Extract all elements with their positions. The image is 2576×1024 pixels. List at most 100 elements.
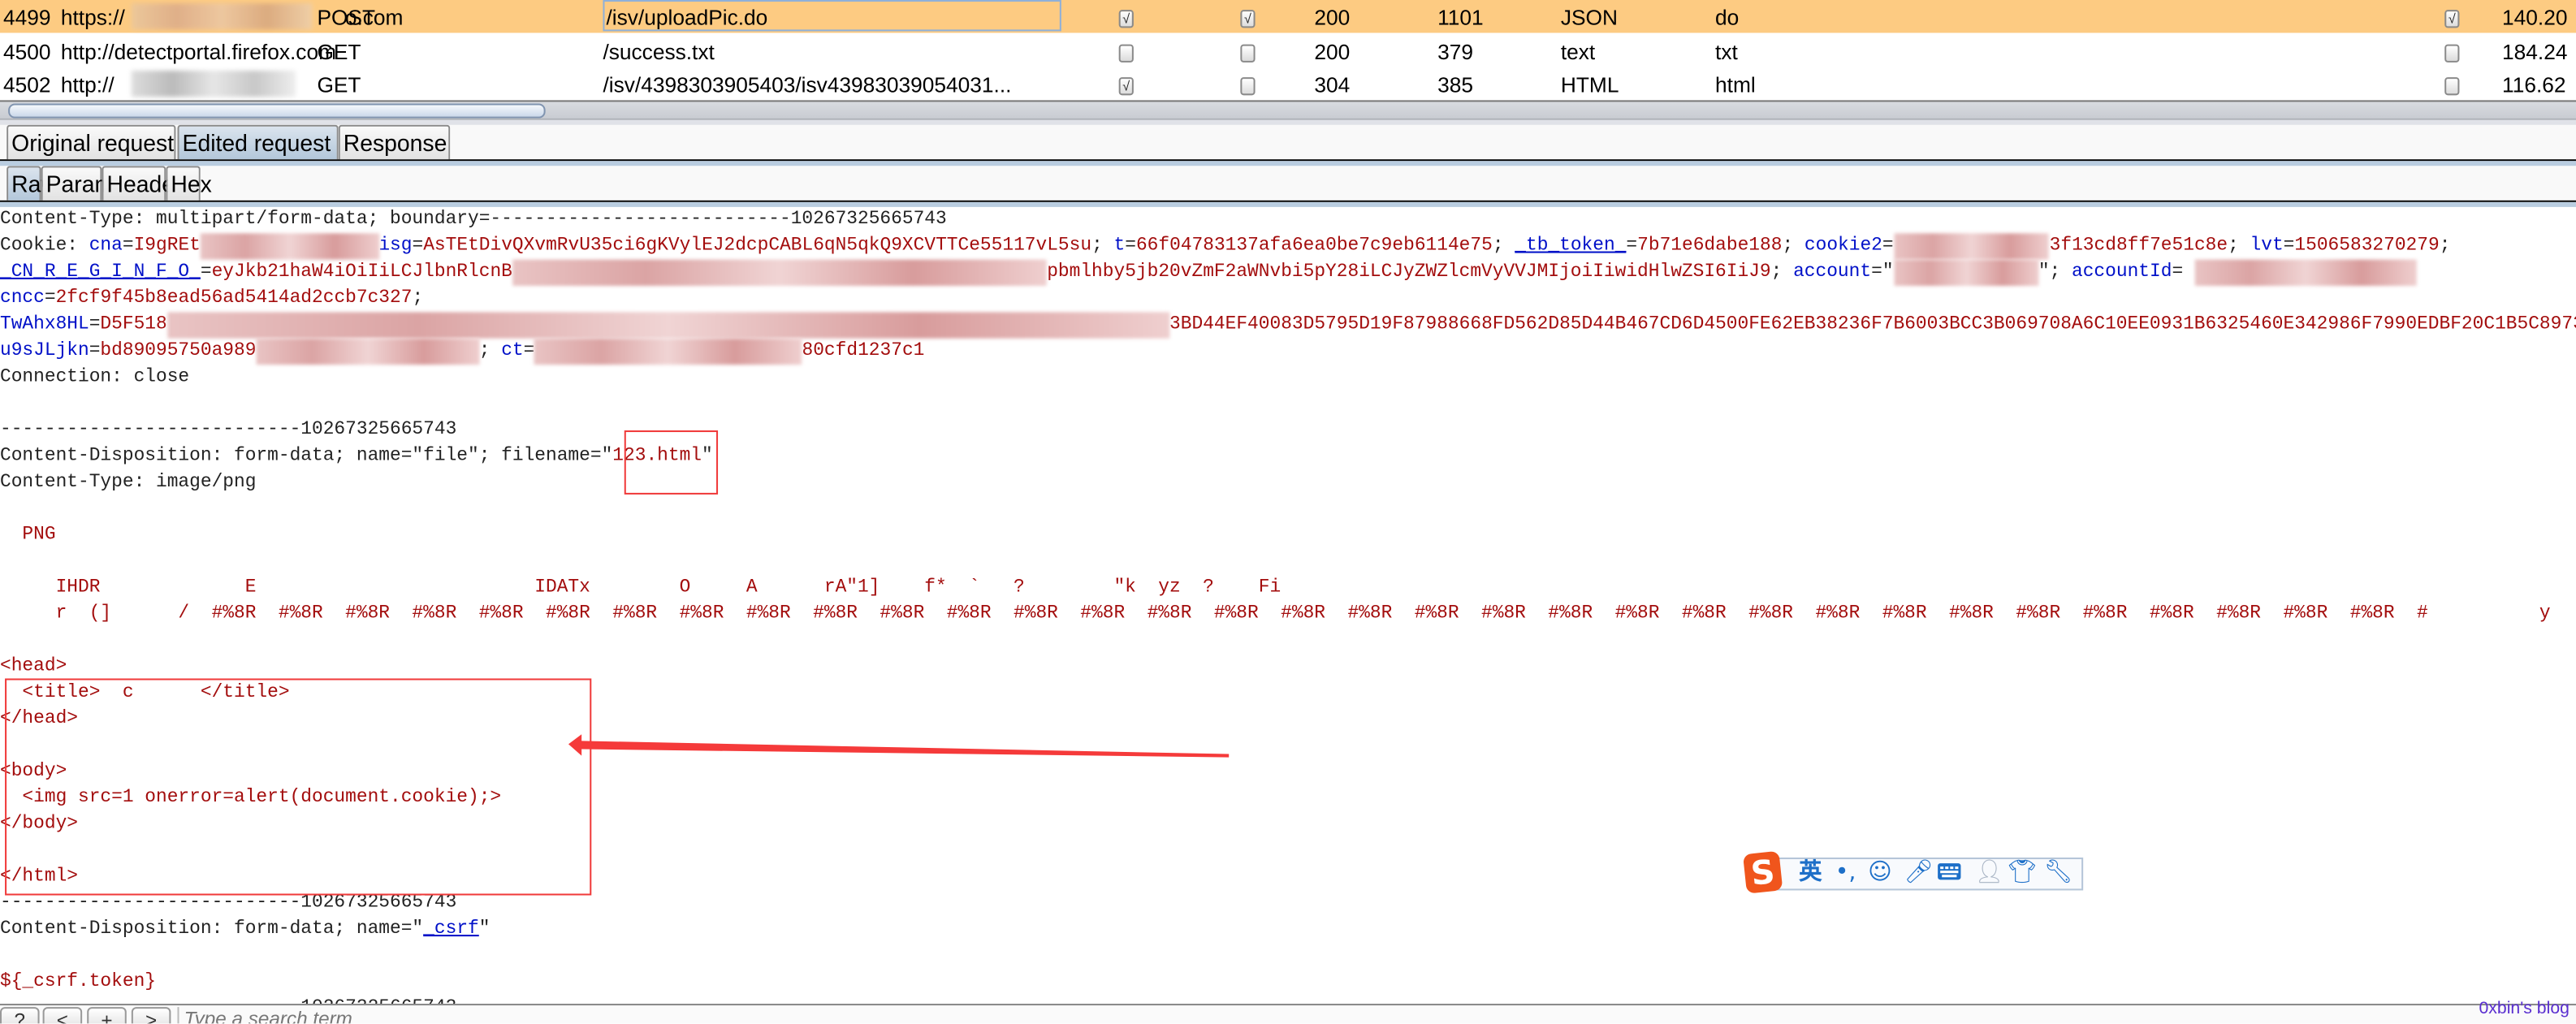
wrench-icon[interactable]: 🔧︎ — [2044, 859, 2073, 885]
raw-text: Connection: close — [0, 368, 190, 388]
checkbox[interactable] — [2444, 43, 2460, 62]
raw-line — [0, 391, 2576, 417]
checkbox[interactable]: √ — [2444, 10, 2460, 28]
ime-toolbar[interactable]: S 英 •, ☺ 🎤︎ 👤︎ 👕︎ 🔧︎ — [1743, 850, 2084, 894]
file-extension: txt — [1715, 38, 1738, 63]
tab-params[interactable]: Params — [41, 166, 125, 201]
mime-type: JSON — [1560, 5, 1618, 30]
param-name: isg — [378, 236, 413, 257]
raw-line: TwAhx8HL=D5F518 3BD44EF40083D5795D19F879… — [0, 312, 2576, 339]
raw-line: Cookie: cna=I9gREt isg=AsTEtDivQXvmRvU35… — [0, 233, 2576, 260]
request-url: /isv/uploadPic.do — [603, 0, 1061, 32]
table-row[interactable]: 4499 https://POST/isv/uploadPic.do √ √ √ 200 1… — [0, 0, 2576, 33]
redacted-text — [1893, 233, 2050, 260]
param-value: I9gREt — [133, 236, 201, 257]
status-code: 304 — [1314, 72, 1351, 97]
raw-text: Content-Type: multipart/form-data; bound… — [0, 210, 947, 231]
next-match-button[interactable]: > — [131, 1007, 171, 1024]
tab-headers[interactable]: Headers — [102, 166, 194, 201]
shirt-icon[interactable]: 👕︎ — [2008, 859, 2037, 885]
raw-text: = — [44, 289, 56, 309]
table-row[interactable]: 4502 http:// GET/isv/4398303905403/isv4398… — [0, 67, 2576, 100]
raw-line: Content-Disposition: form-data; name="_c… — [0, 917, 2576, 943]
request-url: /isv/4398303905403/isv43983039054031... — [603, 72, 1012, 97]
checkbox[interactable]: √ — [1118, 77, 1134, 96]
raw-text: = — [412, 236, 424, 257]
param-value: <head> — [0, 657, 67, 677]
ip-address: 116.62 — [2502, 72, 2566, 97]
scrollbar-thumb[interactable] — [8, 103, 546, 119]
table-horizontal-scrollbar[interactable] — [0, 100, 2576, 119]
raw-text: = — [1882, 236, 1894, 257]
raw-line — [0, 496, 2576, 522]
checkbox[interactable]: √ — [1118, 10, 1134, 28]
table-row[interactable]: 4500 http://detectportal.firefox.com GET/s… — [0, 33, 2576, 66]
watermark: 0xbin's blog — [2479, 998, 2570, 1019]
raw-line: _CN_R_E_G_I_N_F_O_=eyJkb21haW4iOiIiLCJlb… — [0, 259, 2576, 287]
raw-line: ---------------------------1026732566574… — [0, 417, 2576, 443]
request-url: /success.txt — [603, 38, 715, 63]
param-value: 3BD44EF40083D5795D19F87988668FD562D85D44… — [1169, 315, 2576, 335]
raw-text: ---------------------------1026732566574… — [0, 420, 457, 441]
param-value: 66f04783137afa6ea0be7c9eb6114e75 — [1135, 236, 1493, 257]
checkbox[interactable] — [1240, 43, 1256, 62]
param-name: cookie2 — [1804, 236, 1882, 257]
param-name: accountId — [2072, 262, 2172, 283]
param-value: ${_csrf.token} — [0, 972, 157, 992]
redacted-text — [534, 338, 802, 365]
raw-line: ---------------------------1026732566574… — [0, 996, 2576, 1004]
param-name: t — [1113, 236, 1126, 257]
param-value: 7b71e6dabe188 — [1637, 236, 1783, 257]
previous-match-button[interactable]: < — [42, 1007, 83, 1024]
search-bar: ? < + > Type a search term — [0, 1004, 2576, 1024]
response-length: 379 — [1437, 38, 1474, 63]
raw-text: = — [200, 262, 212, 283]
raw-text: ; — [412, 289, 424, 309]
checkbox[interactable] — [2444, 77, 2460, 96]
raw-text: = — [2283, 236, 2295, 257]
raw-line: Content-Type: multipart/form-data; bound… — [0, 207, 2576, 233]
status-code: 200 — [1314, 5, 1351, 30]
redacted-text — [256, 338, 479, 365]
raw-line — [0, 549, 2576, 575]
raw-line: cncc=2fcf9f45b8ead56ad5414ad2ccb7c327; — [0, 286, 2576, 312]
request-host: http:// — [60, 72, 115, 97]
request-host: https:// — [60, 5, 125, 30]
user-icon[interactable]: 👤︎ — [1975, 859, 2004, 885]
tab-edited-request[interactable]: Edited request — [177, 124, 339, 160]
checkbox[interactable]: √ — [1240, 10, 1256, 28]
keyboard-icon[interactable] — [1937, 862, 1961, 880]
view-tabs: Raw Params Headers Hex — [0, 166, 2576, 202]
redacted-host — [131, 70, 296, 97]
param-value: 1506583270279 — [2294, 236, 2440, 257]
tab-hex[interactable]: Hex — [166, 166, 212, 201]
raw-text: = — [523, 341, 535, 362]
param-value: bd89095750a989 — [100, 341, 257, 362]
raw-line — [0, 628, 2576, 654]
param-value: 2fcf9f45b8ead56ad5414ad2ccb7c327 — [55, 289, 413, 309]
param-name: _csrf — [423, 919, 479, 940]
sogou-logo-icon[interactable]: S — [1743, 850, 1783, 894]
ime-punctuation-toggle[interactable]: •, — [1835, 859, 1856, 885]
raw-line: u9sJLjkn=bd89095750a989 ; ct= 80cfd1237c… — [0, 338, 2576, 365]
smiley-icon[interactable]: ☺ — [1868, 859, 1892, 885]
raw-text: ; — [2439, 236, 2451, 257]
checkbox[interactable] — [1118, 43, 1134, 62]
raw-text: = — [1626, 236, 1638, 257]
help-button[interactable]: ? — [0, 1007, 40, 1024]
checkbox[interactable] — [1240, 77, 1256, 96]
microphone-icon[interactable]: 🎤︎ — [1904, 859, 1934, 885]
raw-line: Connection: close — [0, 365, 2576, 391]
search-input[interactable]: Type a search term — [177, 1007, 2319, 1024]
raw-line: IHDR E IDATx O A rA"1] f* ` ? "k yz ? Fi — [0, 575, 2576, 601]
raw-text: ; — [478, 341, 502, 362]
tab-original-request[interactable]: Original request — [6, 124, 176, 160]
tab-raw[interactable]: Raw — [6, 166, 58, 201]
raw-text: ; — [1770, 262, 1794, 283]
tab-response[interactable]: Response — [338, 124, 451, 160]
raw-text: Content-Type: image/png — [0, 473, 257, 493]
response-length: 385 — [1437, 72, 1474, 97]
history-table[interactable]: 4499 https://POST/isv/uploadPic.do √ √ √ 200 1… — [0, 0, 2576, 100]
ime-language-toggle[interactable]: 英 — [1799, 859, 1822, 885]
search-options-button[interactable]: + — [87, 1007, 127, 1024]
